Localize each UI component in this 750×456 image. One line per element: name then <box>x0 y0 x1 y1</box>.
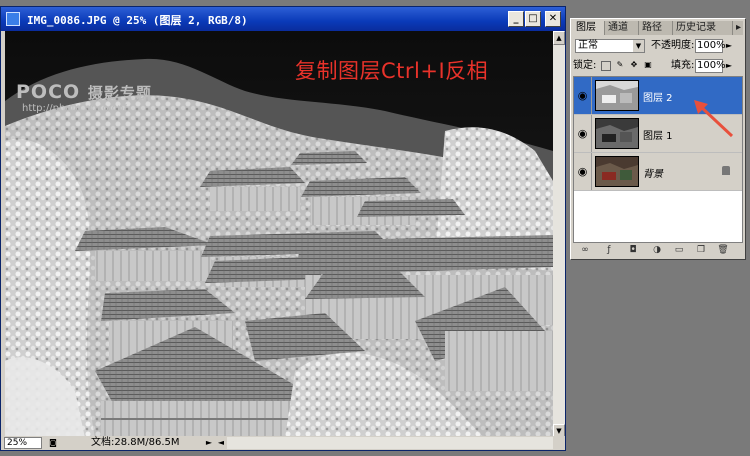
adjustment-icon[interactable]: ◑ <box>651 245 663 255</box>
layer-name: 背景 <box>643 169 663 180</box>
group-icon[interactable]: ▭ <box>673 245 685 255</box>
link-icon[interactable]: ∞ <box>579 245 591 255</box>
lock-all-icon[interactable]: ▣ <box>643 61 653 71</box>
layer-row-background[interactable]: ◉ 背景 <box>574 153 742 191</box>
lock-pixels-icon[interactable]: ✎ <box>615 61 625 71</box>
tab-channels[interactable]: 通道 <box>605 21 639 35</box>
poco-watermark: POCO 摄影专题 http://photo.poco.cn/ <box>16 81 152 114</box>
document-size: 文档:28.8M/86.5M <box>91 437 180 448</box>
blend-row: 正常 ▼ 不透明度: 100% ► <box>573 37 743 55</box>
horizontal-scrollbar[interactable] <box>227 437 553 449</box>
maximize-button[interactable]: □ <box>525 11 541 27</box>
visibility-eye-icon[interactable]: ◉ <box>574 77 592 114</box>
scroll-up-arrow-icon[interactable]: ▲ <box>553 31 565 45</box>
layer-name: 图层 2 <box>643 93 673 104</box>
lock-icon <box>722 166 730 175</box>
layer-thumbnail <box>595 156 639 187</box>
palette-menu-icon[interactable]: ▸ <box>733 21 745 35</box>
tab-history[interactable]: 历史记录 <box>673 21 733 35</box>
fill-label: 填充: <box>671 60 695 71</box>
photoshop-doc-icon <box>6 12 20 26</box>
watermark-url: http://photo.poco.cn/ <box>22 103 127 114</box>
lock-label: 锁定: <box>573 60 597 71</box>
close-button[interactable]: ✕ <box>545 11 561 27</box>
layers-bottom-bar: ∞ ƒ ◘ ◑ ▭ ❐ 🗑 <box>573 243 743 257</box>
palette-tabs: 图层 通道 路径 历史记录 ▸ <box>573 21 743 35</box>
document-title: IMG_0086.JPG @ 25% (图层 2, RGB/8) <box>27 14 248 27</box>
document-window: IMG_0086.JPG @ 25% (图层 2, RGB/8) _ □ ✕ 复… <box>0 6 566 451</box>
lock-transparency-icon[interactable] <box>601 61 611 71</box>
fill-field[interactable]: 100% <box>695 59 726 73</box>
blend-mode-select[interactable]: 正常 ▼ <box>575 39 645 53</box>
fill-arrow-icon[interactable]: ► <box>724 59 734 73</box>
status-bar: 25% ◙ 文档:28.8M/86.5M ► ◄ <box>1 436 565 450</box>
layer-style-icon[interactable]: ƒ <box>603 245 615 255</box>
opacity-label: 不透明度: <box>651 40 695 51</box>
zoom-field[interactable]: 25% <box>4 437 42 449</box>
blend-mode-value: 正常 <box>578 40 598 51</box>
watermark-brand: POCO <box>16 81 81 103</box>
status-menu-arrow-icon[interactable]: ► <box>203 437 215 449</box>
annotation-arrow-icon <box>694 100 734 138</box>
new-layer-icon[interactable]: ❐ <box>695 245 707 255</box>
layer-thumbnail <box>595 80 639 111</box>
zoom-menu-icon[interactable]: ◙ <box>47 437 59 449</box>
document-title-bar[interactable]: IMG_0086.JPG @ 25% (图层 2, RGB/8) _ □ ✕ <box>1 7 565 31</box>
layer-thumbnail <box>595 118 639 149</box>
opacity-arrow-icon[interactable]: ► <box>724 39 734 53</box>
vertical-scrollbar[interactable]: ▲ ▼ <box>553 31 565 438</box>
visibility-eye-icon[interactable]: ◉ <box>574 153 592 190</box>
layer-name: 图层 1 <box>643 131 673 142</box>
lock-row: 锁定: ✎ ✥ ▣ 填充: 100% ► <box>573 57 743 75</box>
tab-layers[interactable]: 图层 <box>573 21 605 35</box>
chevron-down-icon[interactable]: ▼ <box>633 40 644 52</box>
annotation-caption: 复制图层Ctrl+I反相 <box>295 59 489 83</box>
hscroll-left-arrow-icon[interactable]: ◄ <box>215 437 227 449</box>
watermark-suffix: 摄影专题 <box>87 84 152 102</box>
minimize-button[interactable]: _ <box>508 11 524 27</box>
lock-position-icon[interactable]: ✥ <box>629 61 639 71</box>
trash-icon[interactable]: 🗑 <box>717 245 729 255</box>
tab-paths[interactable]: 路径 <box>639 21 673 35</box>
visibility-eye-icon[interactable]: ◉ <box>574 115 592 152</box>
opacity-field[interactable]: 100% <box>695 39 726 53</box>
mask-icon[interactable]: ◘ <box>627 245 639 255</box>
